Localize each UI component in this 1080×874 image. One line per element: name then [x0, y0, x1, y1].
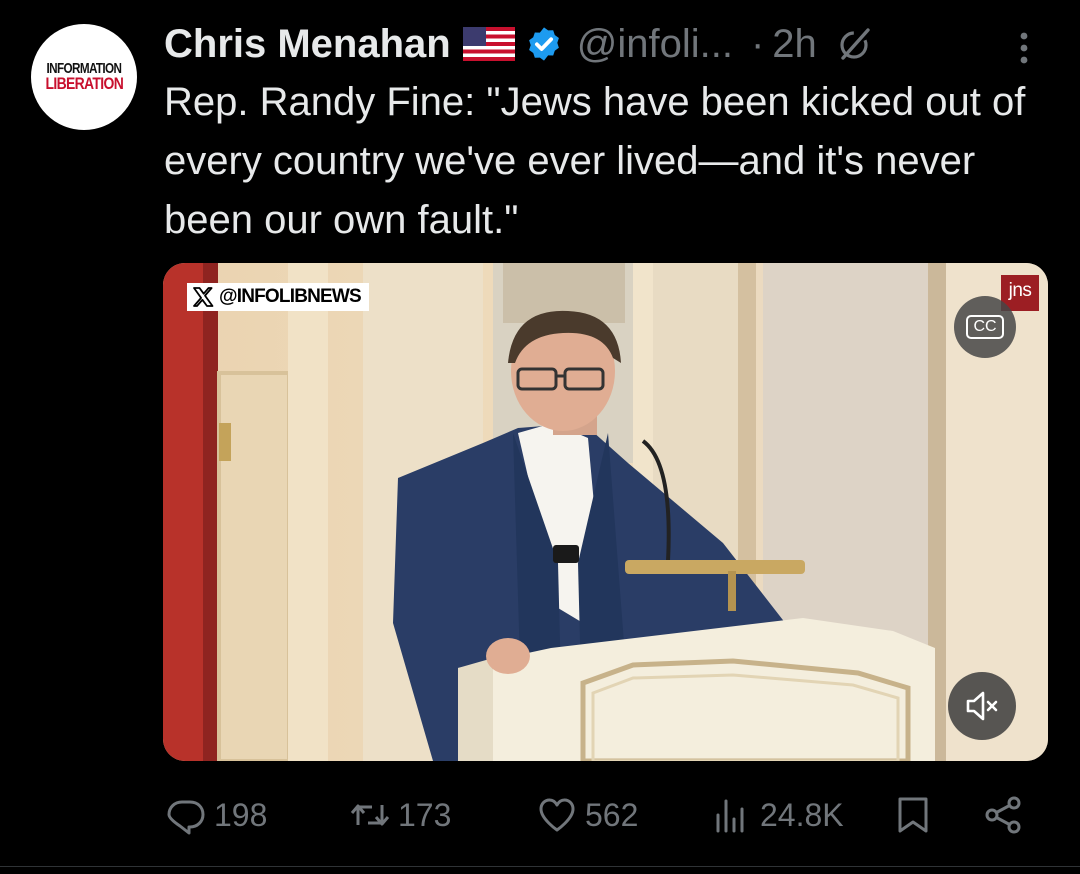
- verified-badge-icon: [528, 27, 559, 61]
- reply-count: 198: [214, 796, 268, 833]
- x-logo-icon: [193, 287, 214, 307]
- watermark-label: @INFOLIBNEWS: [219, 286, 362, 307]
- grok-icon[interactable]: [835, 24, 875, 64]
- speaker-muted-icon: [966, 691, 998, 721]
- video-watermark: @INFOLIBNEWS: [187, 283, 369, 311]
- repost-icon: [350, 804, 390, 826]
- tweet-header: Chris Menahan @infoli... · 2h: [164, 20, 875, 68]
- repost-count: 173: [398, 796, 452, 833]
- avatar[interactable]: INFORMATION LIBERATION: [31, 24, 137, 130]
- share-icon: [985, 796, 1021, 834]
- tweet-text: Rep. Randy Fine: "Jews have been kicked …: [164, 80, 1026, 242]
- author-name[interactable]: Chris Menahan: [164, 22, 451, 67]
- views-count: 24.8K: [760, 796, 844, 833]
- repost-button[interactable]: 173: [350, 790, 451, 840]
- mute-button[interactable]: [948, 672, 1016, 740]
- more-options-icon[interactable]: [1016, 28, 1032, 68]
- views-chart-icon: [716, 799, 744, 833]
- us-flag-icon: [462, 27, 515, 61]
- like-count: 562: [585, 796, 639, 833]
- cc-label: CC: [966, 315, 1004, 339]
- video-frame: [163, 263, 1048, 761]
- like-button[interactable]: 562: [537, 790, 638, 840]
- tweet-time[interactable]: 2h: [772, 22, 817, 67]
- reply-button[interactable]: 198: [166, 790, 267, 840]
- closed-captions-button[interactable]: CC: [954, 296, 1016, 358]
- views-button[interactable]: 24.8K: [712, 790, 844, 840]
- author-handle[interactable]: @infoli...: [577, 22, 733, 67]
- heart-icon: [539, 798, 575, 832]
- video-player[interactable]: [163, 263, 1048, 761]
- divider: [0, 866, 1080, 867]
- tweet-actions: 198 173 562 24.8K: [0, 790, 1080, 840]
- reply-icon: [167, 800, 205, 835]
- separator-dot: ·: [750, 21, 765, 66]
- share-button[interactable]: [983, 790, 1031, 840]
- bookmark-button[interactable]: [893, 790, 941, 840]
- avatar-line2: LIBERATION: [45, 74, 123, 93]
- bookmark-icon: [898, 797, 928, 833]
